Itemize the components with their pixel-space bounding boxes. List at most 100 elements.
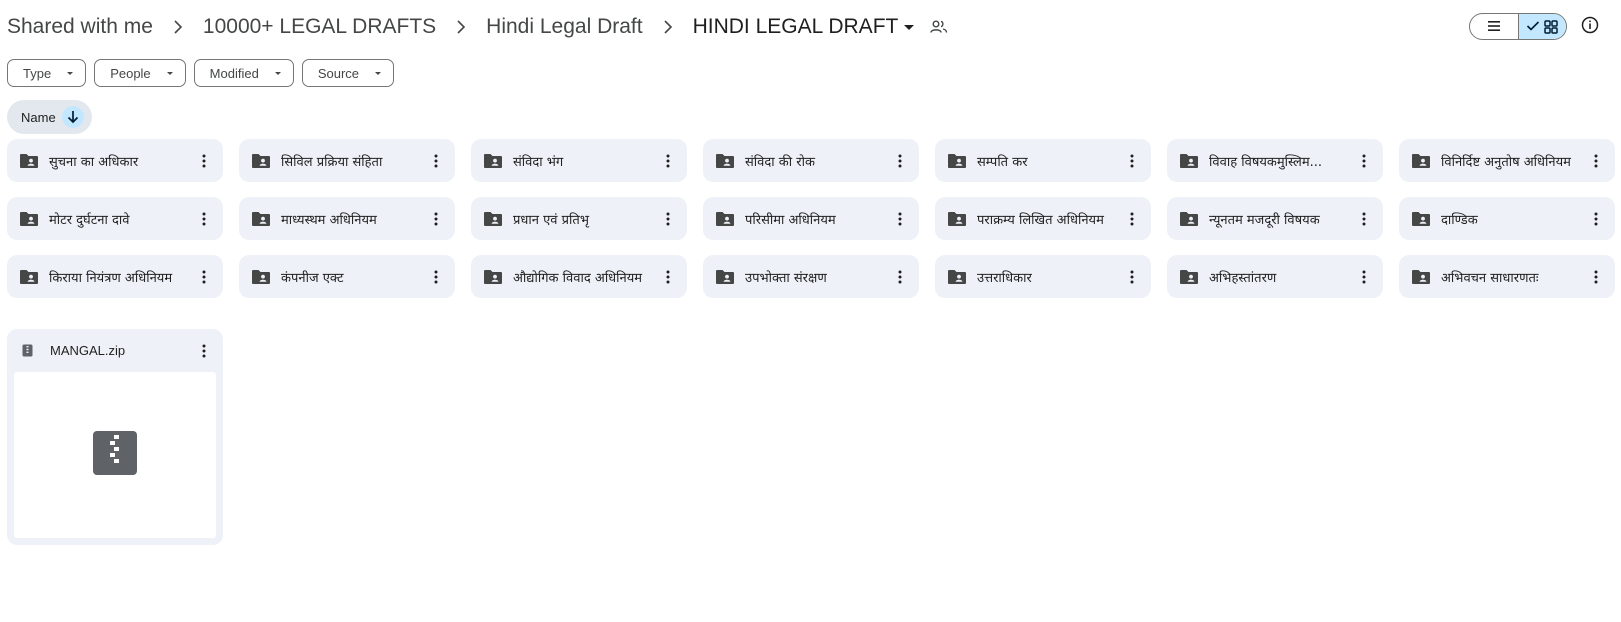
folder-name: औद्योगिक विवाद अधिनियम — [513, 270, 643, 286]
filter-label: People — [110, 65, 151, 81]
folder-card[interactable]: पराक्रम्य लिखित अधिनियम — [935, 197, 1151, 240]
filter-modified-button[interactable]: Modified — [193, 59, 294, 87]
folder-card[interactable]: उपभोक्ता संरक्षण — [703, 255, 919, 298]
more-vert-icon[interactable] — [194, 205, 214, 233]
info-button[interactable] — [1579, 16, 1601, 38]
shared-folder-icon — [947, 269, 967, 285]
filter-type-button[interactable]: Type — [7, 59, 87, 87]
shared-folder-icon — [483, 211, 503, 227]
breadcrumb-item-hindi-legal-draft[interactable]: Hindi Legal Draft — [486, 15, 642, 39]
sort-label: Name — [21, 109, 56, 125]
more-vert-icon[interactable] — [1354, 205, 1374, 233]
more-vert-icon[interactable] — [658, 205, 678, 233]
more-vert-icon[interactable] — [1586, 205, 1606, 233]
shared-folder-icon — [251, 211, 271, 227]
folder-card[interactable]: न्यूनतम मजदूरी विषयक — [1167, 197, 1383, 240]
folder-name: कंपनीज एक्ट — [281, 270, 344, 286]
folder-name: पराक्रम्य लिखित अधिनियम — [977, 212, 1104, 228]
more-vert-icon[interactable] — [1354, 147, 1374, 175]
more-vert-icon[interactable] — [1586, 147, 1606, 175]
shared-folder-icon — [19, 269, 39, 285]
info-icon — [1581, 16, 1599, 38]
folder-name: सुचना का अधिकार — [49, 154, 139, 170]
folder-card[interactable]: उत्तराधिकार — [935, 255, 1151, 298]
folder-card[interactable]: सिविल प्रक्रिया संहिता — [239, 139, 455, 182]
file-card[interactable]: MANGAL.zip — [7, 329, 223, 545]
filter-label: Source — [317, 65, 360, 81]
file-name: MANGAL.zip — [50, 343, 126, 358]
folder-name: उत्तराधिकार — [977, 270, 1032, 286]
caret-down-icon — [165, 68, 175, 78]
folder-name: सिविल प्रक्रिया संहिता — [281, 154, 383, 170]
file-header: MANGAL.zip — [7, 329, 223, 372]
folder-grid: सुचना का अधिकार सिविल प्रक्रिया संहिता स… — [7, 139, 1615, 298]
folder-card[interactable]: संविदा भंग — [471, 139, 687, 182]
zip-file-icon — [22, 344, 33, 357]
more-vert-icon[interactable] — [658, 147, 678, 175]
more-vert-icon[interactable] — [426, 205, 446, 233]
folder-name: प्रधान एवं प्रतिभृ — [513, 212, 589, 228]
shared-folder-icon — [1411, 269, 1431, 285]
shared-folder-icon — [483, 269, 503, 285]
shared-folder-icon — [1179, 153, 1199, 169]
sort-by-name-button[interactable]: Name — [7, 100, 92, 134]
grid-view-button[interactable] — [1517, 14, 1566, 39]
folder-name: माध्यस्थम अधिनियम — [281, 212, 377, 228]
folder-name: परिसीमा अधिनियम — [745, 212, 836, 228]
folder-name: अभिहस्तांतरण — [1209, 270, 1277, 286]
more-vert-icon[interactable] — [890, 205, 910, 233]
shared-folder-icon — [715, 153, 735, 169]
caret-down-icon[interactable] — [902, 20, 916, 34]
more-vert-icon[interactable] — [426, 147, 446, 175]
more-vert-icon[interactable] — [426, 263, 446, 291]
more-vert-icon[interactable] — [194, 263, 214, 291]
more-vert-icon[interactable] — [890, 147, 910, 175]
folder-name: संविदा की रोक — [745, 154, 815, 170]
shared-folder-icon — [1411, 211, 1431, 227]
file-preview[interactable] — [14, 372, 216, 538]
folder-name: विनिर्दिष्ट अनुतोष अधिनियम — [1441, 154, 1571, 170]
breadcrumb-current-folder[interactable]: HINDI LEGAL DRAFT — [693, 15, 899, 39]
chevron-right-icon — [456, 20, 466, 34]
people-icon[interactable] — [930, 20, 948, 34]
more-vert-icon[interactable] — [1122, 147, 1142, 175]
more-vert-icon[interactable] — [1586, 263, 1606, 291]
folder-name: अभिवचन साधारणतः — [1441, 270, 1539, 286]
filter-source-button[interactable]: Source — [301, 59, 395, 87]
folder-card[interactable]: विवाह विषयकमुस्लिम... — [1167, 139, 1383, 182]
folder-card[interactable]: अभिहस्तांतरण — [1167, 255, 1383, 298]
more-vert-icon[interactable] — [194, 337, 214, 365]
more-vert-icon[interactable] — [1354, 263, 1374, 291]
shared-folder-icon — [251, 153, 271, 169]
folder-card[interactable]: संविदा की रोक — [703, 139, 919, 182]
more-vert-icon[interactable] — [194, 147, 214, 175]
filter-people-button[interactable]: People — [94, 59, 186, 87]
folder-card[interactable]: सम्पति कर — [935, 139, 1151, 182]
folder-card[interactable]: प्रधान एवं प्रतिभृ — [471, 197, 687, 240]
folder-name: दाण्डिक — [1441, 212, 1478, 228]
more-vert-icon[interactable] — [890, 263, 910, 291]
folder-name: मोटर दुर्घटना दावे — [49, 212, 130, 228]
breadcrumb-item-legal-drafts[interactable]: 10000+ LEGAL DRAFTS — [203, 15, 436, 39]
grid-view-icon — [1544, 19, 1558, 34]
more-vert-icon[interactable] — [1122, 205, 1142, 233]
arrow-down-icon[interactable] — [61, 106, 84, 128]
folder-card[interactable]: माध्यस्थम अधिनियम — [239, 197, 455, 240]
shared-folder-icon — [1411, 153, 1431, 169]
folder-card[interactable]: सुचना का अधिकार — [7, 139, 223, 182]
shared-folder-icon — [715, 211, 735, 227]
folder-card[interactable]: दाण्डिक — [1399, 197, 1615, 240]
folder-card[interactable]: मोटर दुर्घटना दावे — [7, 197, 223, 240]
folder-card[interactable]: कंपनीज एक्ट — [239, 255, 455, 298]
folder-card[interactable]: विनिर्दिष्ट अनुतोष अधिनियम — [1399, 139, 1615, 182]
shared-folder-icon — [251, 269, 271, 285]
more-vert-icon[interactable] — [658, 263, 678, 291]
more-vert-icon[interactable] — [1122, 263, 1142, 291]
folder-card[interactable]: अभिवचन साधारणतः — [1399, 255, 1615, 298]
folder-card[interactable]: किराया नियंत्रण अधिनियम — [7, 255, 223, 298]
list-view-button[interactable] — [1470, 14, 1518, 39]
breadcrumb-item-shared-with-me[interactable]: Shared with me — [7, 15, 153, 39]
folder-card[interactable]: परिसीमा अधिनियम — [703, 197, 919, 240]
folder-card[interactable]: औद्योगिक विवाद अधिनियम — [471, 255, 687, 298]
filter-label: Type — [23, 65, 52, 81]
